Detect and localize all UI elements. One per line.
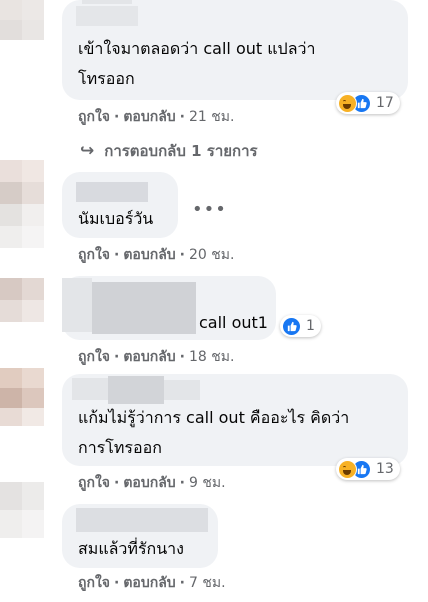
comment-timestamp[interactable]: 7 ชม. [189,575,226,591]
like-button[interactable]: ถูกใจ [78,349,110,365]
author-name[interactable] [164,380,200,400]
view-replies-label: การตอบกลับ 1 รายการ [104,142,258,160]
author-name[interactable] [76,508,208,532]
reply-arrow-icon: ↪ [80,141,95,161]
reply-button[interactable]: ตอบกลับ [123,349,175,365]
comment-text-line: สมแล้วที่รักนาง [78,539,184,558]
reaction-count: 17 [376,95,394,111]
reply-button[interactable]: ตอบกลับ [123,247,175,263]
comment-timestamp[interactable]: 20 ชม. [189,247,234,263]
like-button[interactable]: ถูกใจ [78,575,110,591]
reactions-summary[interactable]: 13 [336,458,400,480]
author-name[interactable] [72,378,108,400]
comment-actions: ถูกใจ · ตอบกลับ · 21 ชม. [78,108,234,126]
haha-reaction-icon [338,93,357,113]
view-replies-link[interactable]: ↪ การตอบกลับ 1 รายการ [80,139,258,163]
comment-timestamp[interactable]: 18 ชม. [189,349,234,365]
separator-dot: · [114,247,120,263]
avatar[interactable] [0,482,44,538]
reaction-count: 1 [306,318,315,334]
comment-actions: ถูกใจ · ตอบกลับ · 9 ชม. [78,474,226,492]
author-name[interactable] [76,182,148,202]
comment-actions: ถูกใจ · ตอบกลับ · 18 ชม. [78,348,234,366]
reactions-summary[interactable]: 1 [280,315,321,337]
author-name[interactable] [92,282,196,334]
avatar[interactable] [0,160,44,270]
avatar[interactable] [0,368,44,426]
avatar[interactable] [0,278,44,322]
comment-text-line: นัมเบอร์วัน [78,209,154,228]
separator-dot: · [179,247,185,263]
like-reaction-icon [282,316,301,336]
comment-timestamp[interactable]: 21 ชม. [189,109,234,125]
comment-text-line: เข้าใจมาตลอดว่า call out แปลว่า [78,39,316,58]
more-horizontal-icon[interactable]: ••• [192,199,227,220]
reply-button[interactable]: ตอบกลับ [123,475,175,491]
comment-text-line: การโทรออก [78,438,162,457]
separator-dot: · [114,475,120,491]
comment-text-line: โทรออก [78,69,135,88]
reaction-count: 13 [376,461,394,477]
author-name[interactable] [108,376,164,404]
author-name[interactable] [76,6,138,26]
separator-dot: · [179,475,185,491]
haha-reaction-icon [338,459,357,479]
author-name[interactable] [82,0,132,4]
separator-dot: · [114,109,120,125]
reactions-summary[interactable]: 17 [336,92,400,114]
comment-actions: ถูกใจ · ตอบกลับ · 7 ชม. [78,574,226,592]
like-button[interactable]: ถูกใจ [78,109,110,125]
avatar[interactable] [0,0,44,40]
reply-button[interactable]: ตอบกลับ [123,109,175,125]
separator-dot: · [179,109,185,125]
separator-dot: · [114,349,120,365]
comment-timestamp[interactable]: 9 ชม. [189,475,226,491]
like-button[interactable]: ถูกใจ [78,475,110,491]
like-button[interactable]: ถูกใจ [78,247,110,263]
comment-text-line: call out1 [199,313,268,332]
separator-dot: · [179,575,185,591]
author-name[interactable] [62,278,92,332]
comment-actions: ถูกใจ · ตอบกลับ · 20 ชม. [78,246,234,264]
comment-text-line: แก้มไม่รู้ว่าการ call out คืออะไร คิดว่า [78,408,350,427]
reply-button[interactable]: ตอบกลับ [123,575,175,591]
separator-dot: · [114,575,120,591]
separator-dot: · [179,349,185,365]
